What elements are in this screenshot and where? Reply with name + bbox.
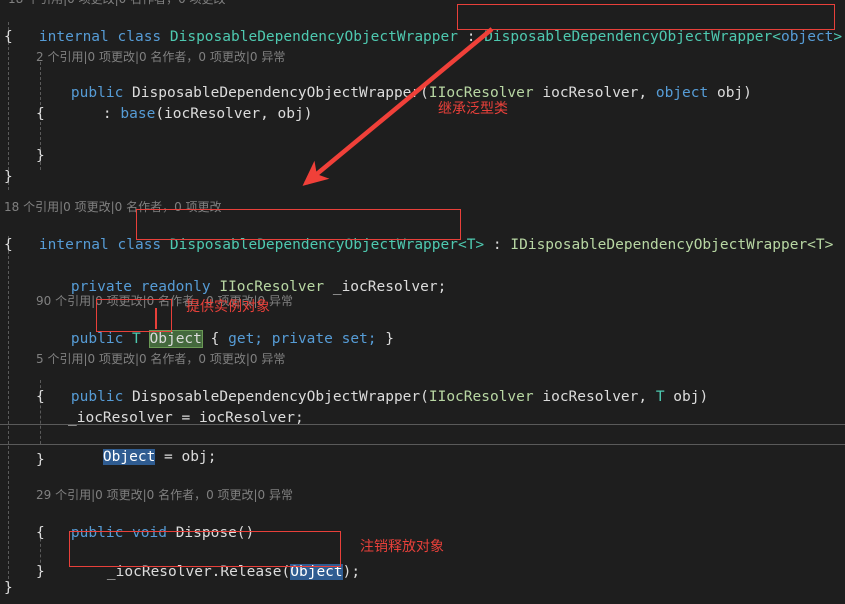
brace: } — [36, 452, 45, 468]
brace: { — [210, 331, 229, 347]
brace: } — [385, 331, 394, 347]
keyword-private: private — [271, 331, 333, 347]
code-line-class-decl-2[interactable]: internal class DisposableDependencyObjec… — [0, 214, 845, 253]
brace: { — [36, 389, 45, 405]
property-name-highlighted: Object — [148, 330, 203, 348]
brace: { — [4, 237, 13, 253]
code-line-brace-close[interactable]: } — [0, 450, 845, 471]
code-line-ctor-1[interactable]: public DisposableDependencyObjectWrapper… — [0, 62, 845, 101]
code-line-ctor-2[interactable]: public DisposableDependencyObjectWrapper… — [0, 366, 845, 405]
code-line-assign-object[interactable]: Object = obj; — [0, 426, 845, 465]
keyword-set: set; — [341, 331, 377, 347]
code-editor[interactable]: 18 个引用|0 项更改|0 名作者，0 项更改 internal class … — [0, 0, 845, 597]
brace: { — [36, 525, 45, 541]
keyword-public: public — [70, 331, 124, 347]
code-line-brace-close[interactable]: } — [0, 146, 845, 167]
code-line-brace-close[interactable]: } — [0, 167, 845, 188]
brace: } — [4, 169, 13, 185]
brace: } — [4, 580, 13, 596]
brace: { — [36, 106, 45, 122]
text-caret — [155, 308, 157, 329]
code-line-brace-open[interactable]: { — [0, 27, 845, 48]
keyword-get: get; — [228, 331, 264, 347]
code-line-brace-open[interactable]: { — [0, 235, 845, 256]
generic-type-param: T — [132, 331, 141, 347]
annotation-text-provide-instance: 提供实例对象 — [186, 299, 270, 315]
code-line-brace-open[interactable]: { — [0, 387, 845, 408]
code-line-property-object[interactable]: public T Object { get; private set; } — [0, 308, 845, 348]
code-line-brace-close[interactable]: } — [0, 578, 845, 599]
statement: _iocResolver = iocResolver; — [68, 410, 304, 426]
annotation-text-dispose-object: 注销释放对象 — [360, 539, 444, 555]
code-line-class-decl-1[interactable]: internal class DisposableDependencyObjec… — [0, 6, 845, 45]
code-line-dispose-decl[interactable]: public void Dispose() — [0, 502, 845, 541]
brace: } — [36, 148, 45, 164]
brace: { — [4, 29, 13, 45]
code-line-brace-open[interactable]: { — [0, 104, 845, 125]
code-line-field-iocresolver[interactable]: private readonly IIocResolver _iocResolv… — [0, 256, 845, 295]
annotation-text-inherit-generic: 继承泛型类 — [438, 101, 508, 117]
code-line-base-call[interactable]: : base(iocResolver, obj) — [0, 83, 845, 122]
